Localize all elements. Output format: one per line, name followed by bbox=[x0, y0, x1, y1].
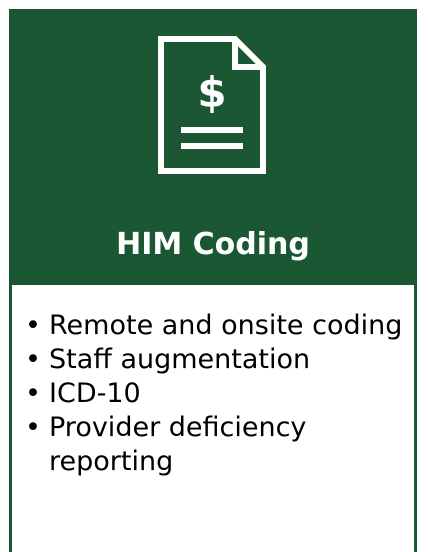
bullet: • bbox=[25, 412, 41, 443]
svg-text:$: $ bbox=[197, 68, 226, 117]
invoice-document-dollar-icon: $ bbox=[158, 36, 266, 174]
bullet: • bbox=[25, 378, 41, 409]
service-label: ICD-10 bbox=[49, 378, 141, 409]
him-coding-card: $ HIM Coding • Remote and onsite coding … bbox=[9, 9, 417, 552]
service-label: Staff augmentation bbox=[49, 344, 311, 375]
service-label: Provider deficiency reporting bbox=[49, 412, 307, 477]
card-title: HIM Coding bbox=[116, 227, 310, 262]
bullet: • bbox=[25, 310, 41, 341]
service-list: • Remote and onsite coding • Staff augme… bbox=[25, 309, 405, 479]
list-item: • Staff augmentation bbox=[25, 343, 405, 377]
list-item: • Remote and onsite coding bbox=[25, 309, 405, 343]
service-label: Remote and onsite coding bbox=[49, 310, 403, 341]
bullet: • bbox=[25, 344, 41, 375]
card-header: $ HIM Coding bbox=[9, 9, 417, 285]
list-item: • ICD-10 bbox=[25, 377, 405, 411]
list-item: • Provider deficiency reporting bbox=[25, 411, 405, 479]
